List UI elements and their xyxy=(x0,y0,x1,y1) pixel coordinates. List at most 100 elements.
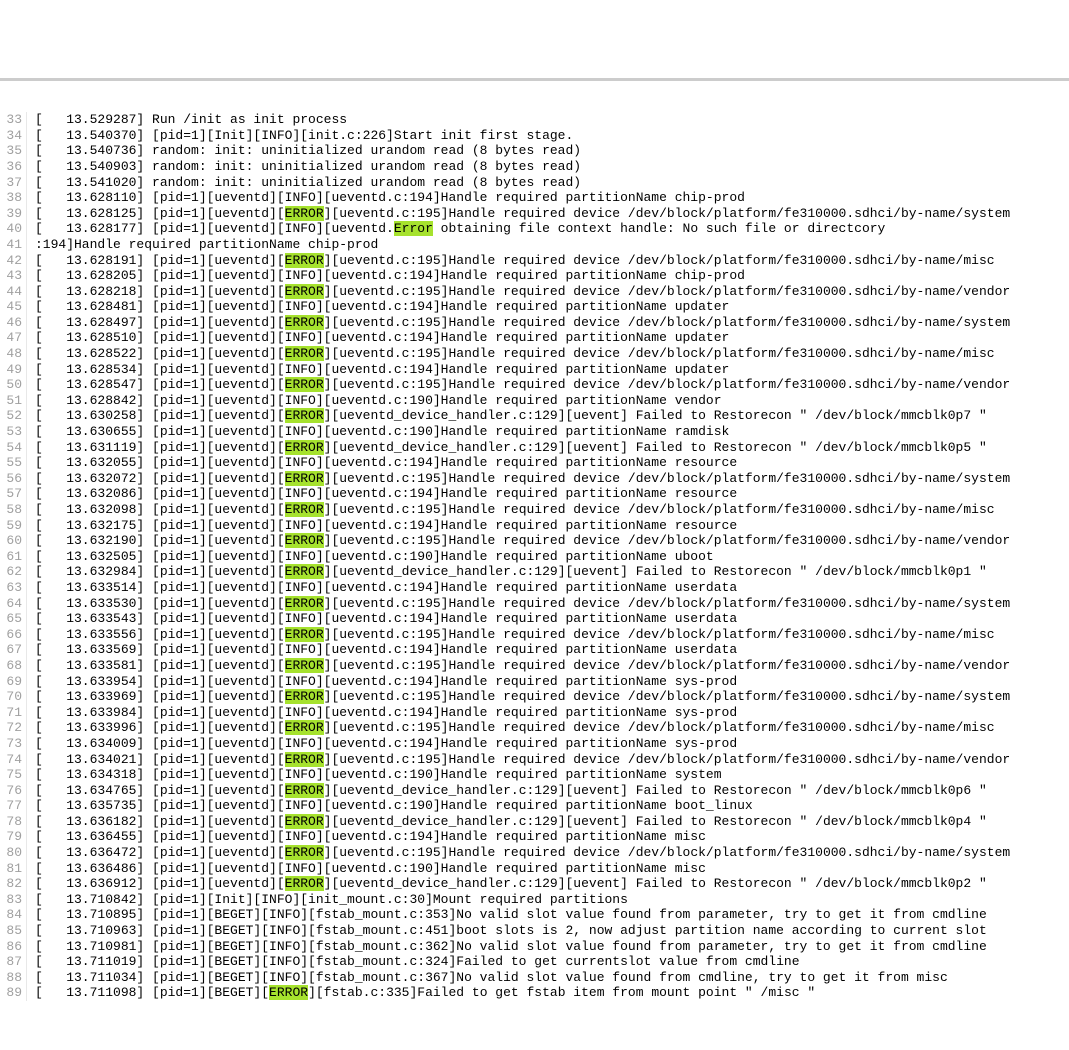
line-number: 69 xyxy=(0,674,22,690)
code-line[interactable]: [ 13.710895] [pid=1][BEGET][INFO][fstab_… xyxy=(35,907,1069,923)
line-number: 71 xyxy=(0,705,22,721)
line-number: 74 xyxy=(0,752,22,768)
line-number: 64 xyxy=(0,596,22,612)
code-line[interactable]: [ 13.540903] random: init: uninitialized… xyxy=(35,159,1069,175)
code-line[interactable]: [ 13.633556] [pid=1][ueventd][ERROR][uev… xyxy=(35,627,1069,643)
code-line[interactable]: [ 13.635735] [pid=1][ueventd][INFO][ueve… xyxy=(35,798,1069,814)
code-line[interactable]: [ 13.628110] [pid=1][ueventd][INFO][ueve… xyxy=(35,190,1069,206)
line-number: 68 xyxy=(0,658,22,674)
highlight-match: ERROR xyxy=(285,206,324,221)
code-line[interactable]: [ 13.628481] [pid=1][ueventd][INFO][ueve… xyxy=(35,299,1069,315)
code-line[interactable]: [ 13.628534] [pid=1][ueventd][INFO][ueve… xyxy=(35,362,1069,378)
highlight-match: ERROR xyxy=(285,377,324,392)
code-line[interactable]: [ 13.711034] [pid=1][BEGET][INFO][fstab_… xyxy=(35,970,1069,986)
highlight-match: ERROR xyxy=(285,533,324,548)
code-line[interactable]: [ 13.634318] [pid=1][ueventd][INFO][ueve… xyxy=(35,767,1069,783)
line-number: 47 xyxy=(0,330,22,346)
code-line[interactable]: [ 13.633969] [pid=1][ueventd][ERROR][uev… xyxy=(35,689,1069,705)
line-number: 63 xyxy=(0,580,22,596)
code-line[interactable]: :194]Handle required partitionName chip-… xyxy=(35,237,1069,253)
code-line[interactable]: [ 13.540736] random: init: uninitialized… xyxy=(35,143,1069,159)
code-line[interactable]: [ 13.630655] [pid=1][ueventd][INFO][ueve… xyxy=(35,424,1069,440)
line-number: 66 xyxy=(0,627,22,643)
code-line[interactable]: [ 13.633514] [pid=1][ueventd][INFO][ueve… xyxy=(35,580,1069,596)
code-line[interactable]: [ 13.628510] [pid=1][ueventd][INFO][ueve… xyxy=(35,330,1069,346)
code-line[interactable]: [ 13.633530] [pid=1][ueventd][ERROR][uev… xyxy=(35,596,1069,612)
line-number: 73 xyxy=(0,736,22,752)
highlight-match: Error xyxy=(394,221,433,236)
code-line[interactable]: [ 13.710981] [pid=1][BEGET][INFO][fstab_… xyxy=(35,939,1069,955)
code-line[interactable]: [ 13.634021] [pid=1][ueventd][ERROR][uev… xyxy=(35,752,1069,768)
code-line[interactable]: [ 13.633954] [pid=1][ueventd][INFO][ueve… xyxy=(35,674,1069,690)
line-number: 60 xyxy=(0,533,22,549)
code-line[interactable]: [ 13.628547] [pid=1][ueventd][ERROR][uev… xyxy=(35,377,1069,393)
line-number: 46 xyxy=(0,315,22,331)
code-line[interactable]: [ 13.634765] [pid=1][ueventd][ERROR][uev… xyxy=(35,783,1069,799)
highlight-match: ERROR xyxy=(285,845,324,860)
code-line[interactable]: [ 13.628218] [pid=1][ueventd][ERROR][uev… xyxy=(35,284,1069,300)
code-line[interactable]: [ 13.529287] Run /init as init process xyxy=(35,112,1069,128)
code-line[interactable]: [ 13.631119] [pid=1][ueventd][ERROR][uev… xyxy=(35,440,1069,456)
code-line[interactable]: [ 13.628497] [pid=1][ueventd][ERROR][uev… xyxy=(35,315,1069,331)
line-number: 53 xyxy=(0,424,22,440)
line-number: 85 xyxy=(0,923,22,939)
code-line[interactable]: [ 13.632984] [pid=1][ueventd][ERROR][uev… xyxy=(35,564,1069,580)
code-line[interactable]: [ 13.541020] random: init: uninitialized… xyxy=(35,175,1069,191)
code-line[interactable]: [ 13.636912] [pid=1][ueventd][ERROR][uev… xyxy=(35,876,1069,892)
code-line[interactable]: [ 13.632055] [pid=1][ueventd][INFO][ueve… xyxy=(35,455,1069,471)
line-number: 89 xyxy=(0,985,22,1001)
highlight-match: ERROR xyxy=(285,720,324,735)
code-line[interactable]: [ 13.632175] [pid=1][ueventd][INFO][ueve… xyxy=(35,518,1069,534)
code-line[interactable]: [ 13.632098] [pid=1][ueventd][ERROR][uev… xyxy=(35,502,1069,518)
code-line[interactable]: [ 13.628191] [pid=1][ueventd][ERROR][uev… xyxy=(35,253,1069,269)
highlight-match: ERROR xyxy=(285,876,324,891)
code-line[interactable]: [ 13.628522] [pid=1][ueventd][ERROR][uev… xyxy=(35,346,1069,362)
highlight-match: ERROR xyxy=(285,284,324,299)
code-line[interactable]: [ 13.632072] [pid=1][ueventd][ERROR][uev… xyxy=(35,471,1069,487)
code-line[interactable]: [ 13.711098] [pid=1][BEGET][ERROR][fstab… xyxy=(35,985,1069,1001)
line-number: 57 xyxy=(0,486,22,502)
line-number: 72 xyxy=(0,720,22,736)
line-number-gutter[interactable]: 3334353637383940414243444546474849505152… xyxy=(0,112,27,1001)
code-line[interactable]: [ 13.636182] [pid=1][ueventd][ERROR][uev… xyxy=(35,814,1069,830)
code-line[interactable]: [ 13.634009] [pid=1][ueventd][INFO][ueve… xyxy=(35,736,1069,752)
line-number: 52 xyxy=(0,408,22,424)
code-line[interactable]: [ 13.710963] [pid=1][BEGET][INFO][fstab_… xyxy=(35,923,1069,939)
code-line[interactable]: [ 13.630258] [pid=1][ueventd][ERROR][uev… xyxy=(35,408,1069,424)
line-number: 87 xyxy=(0,954,22,970)
code-line[interactable]: [ 13.632505] [pid=1][ueventd][INFO][ueve… xyxy=(35,549,1069,565)
highlight-match: ERROR xyxy=(285,627,324,642)
line-number: 36 xyxy=(0,159,22,175)
code-line[interactable]: [ 13.633581] [pid=1][ueventd][ERROR][uev… xyxy=(35,658,1069,674)
code-line[interactable]: [ 13.540370] [pid=1][Init][INFO][init.c:… xyxy=(35,128,1069,144)
code-line[interactable]: [ 13.628177] [pid=1][ueventd][INFO][ueve… xyxy=(35,221,1069,237)
line-number: 76 xyxy=(0,783,22,799)
code-line[interactable]: [ 13.636472] [pid=1][ueventd][ERROR][uev… xyxy=(35,845,1069,861)
code-line[interactable]: [ 13.633996] [pid=1][ueventd][ERROR][uev… xyxy=(35,720,1069,736)
highlight-match: ERROR xyxy=(285,502,324,517)
highlight-match: ERROR xyxy=(285,814,324,829)
line-number: 35 xyxy=(0,143,22,159)
code-line[interactable]: [ 13.636486] [pid=1][ueventd][INFO][ueve… xyxy=(35,861,1069,877)
line-number: 86 xyxy=(0,939,22,955)
code-line[interactable]: [ 13.628842] [pid=1][ueventd][INFO][ueve… xyxy=(35,393,1069,409)
line-number: 82 xyxy=(0,876,22,892)
code-line[interactable]: [ 13.710842] [pid=1][Init][INFO][init_mo… xyxy=(35,892,1069,908)
highlight-match: ERROR xyxy=(285,752,324,767)
code-line[interactable]: [ 13.632086] [pid=1][ueventd][INFO][ueve… xyxy=(35,486,1069,502)
code-line[interactable]: [ 13.632190] [pid=1][ueventd][ERROR][uev… xyxy=(35,533,1069,549)
code-line[interactable]: [ 13.633543] [pid=1][ueventd][INFO][ueve… xyxy=(35,611,1069,627)
line-number: 80 xyxy=(0,845,22,861)
line-number: 59 xyxy=(0,518,22,534)
code-area[interactable]: [ 13.529287] Run /init as init process[ … xyxy=(27,112,1069,1001)
code-line[interactable]: [ 13.628125] [pid=1][ueventd][ERROR][uev… xyxy=(35,206,1069,222)
highlight-match: ERROR xyxy=(285,315,324,330)
code-line[interactable]: [ 13.633569] [pid=1][ueventd][INFO][ueve… xyxy=(35,642,1069,658)
line-number: 49 xyxy=(0,362,22,378)
editor-viewport: 3334353637383940414243444546474849505152… xyxy=(0,78,1069,972)
code-line[interactable]: [ 13.711019] [pid=1][BEGET][INFO][fstab_… xyxy=(35,954,1069,970)
line-number: 61 xyxy=(0,549,22,565)
code-line[interactable]: [ 13.628205] [pid=1][ueventd][INFO][ueve… xyxy=(35,268,1069,284)
code-line[interactable]: [ 13.636455] [pid=1][ueventd][INFO][ueve… xyxy=(35,829,1069,845)
code-line[interactable]: [ 13.633984] [pid=1][ueventd][INFO][ueve… xyxy=(35,705,1069,721)
